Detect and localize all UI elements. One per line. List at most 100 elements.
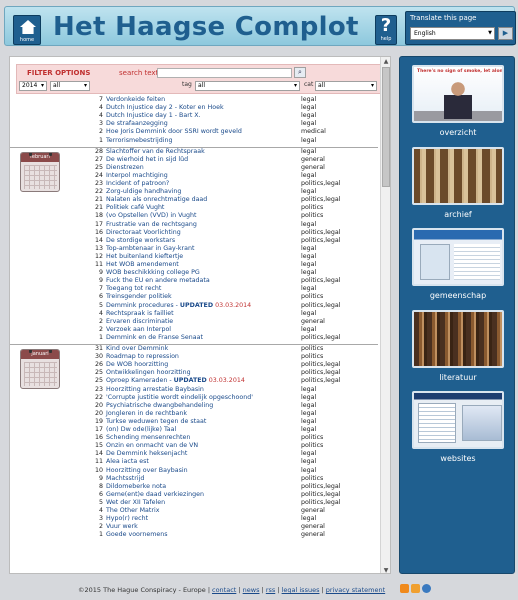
article-link[interactable]: Nalaten als onrechtmatige daad <box>106 196 207 204</box>
article-link[interactable]: Hoorzitting over Baybasin <box>106 467 188 475</box>
translate-go-button[interactable]: ▶ <box>498 27 513 40</box>
article-link[interactable]: De Demmink heksenjacht <box>106 450 187 458</box>
article-link[interactable]: Fuck the EU en andere metadata <box>106 277 210 285</box>
article-link[interactable]: Psychiatrische dwangbehandeling <box>106 402 213 410</box>
article-link[interactable]: Hypo(r) recht <box>106 515 148 523</box>
year-select[interactable]: 2014 <box>19 81 47 91</box>
article-category: politics <box>301 212 324 220</box>
article-link[interactable]: Turkse weduwen tegen de staat <box>106 418 206 426</box>
article-link[interactable]: Dutch Injustice day 2 - Koter en Hoek <box>106 104 224 112</box>
article-link[interactable]: The Other Matrix <box>106 507 159 515</box>
sidebar-item-literatuur[interactable]: literatuur <box>400 373 516 382</box>
article-link[interactable]: Machtsstrijd <box>106 475 144 483</box>
article-link[interactable]: Roadmap to repression <box>106 353 179 361</box>
sidebar-item-archief[interactable]: archief <box>400 210 516 219</box>
article-day: 6 <box>98 490 103 498</box>
rss-icon[interactable] <box>400 584 409 593</box>
list-item: 2 Ervaren discriminatie general <box>10 318 378 326</box>
article-link[interactable]: Hoorzitting arrestatie Baybasin <box>106 386 204 394</box>
article-link[interactable]: WOB beschikkking college PG <box>106 269 200 277</box>
article-link[interactable]: Ontwikkelingen hoorzitting <box>106 369 191 377</box>
month-select[interactable]: all <box>50 81 90 91</box>
article-link[interactable]: Demmink procedures - UPDATED 03.03.2014 <box>106 302 251 310</box>
websites-image[interactable] <box>412 391 504 449</box>
footer-link-contact[interactable]: contact <box>212 586 236 594</box>
article-link[interactable]: (vo Opstellen (VVD) in Vught <box>106 212 196 220</box>
article-link[interactable]: De strafaanzegging <box>106 120 168 128</box>
article-link[interactable]: Dutch Injustice day 1 - Bart X. <box>106 112 201 120</box>
article-link[interactable]: (on) Dw ode(lijke) Taal <box>106 426 176 434</box>
archive-image[interactable] <box>412 147 504 205</box>
article-title: Nalaten als onrechtmatige daad <box>106 196 208 204</box>
footer-link-rss[interactable]: rss <box>266 586 275 594</box>
article-link[interactable]: Directoraat Voorlichting <box>106 229 181 237</box>
article-link[interactable]: Demmink en de Franse Senaat <box>106 334 203 342</box>
article-category: politics,legal <box>301 490 341 498</box>
article-link[interactable]: 'Corrupte justitie wordt eindelijk opges… <box>106 394 253 402</box>
search-input[interactable] <box>157 68 292 78</box>
footer-link-legal-issues[interactable]: legal issues <box>282 586 320 594</box>
rss-feed-icon[interactable] <box>411 584 420 593</box>
article-link[interactable]: Slachtoffer van de Rechtspraak <box>106 148 205 156</box>
article-link[interactable]: Interpol machtiging <box>106 172 168 180</box>
article-link[interactable]: Zorg-uldige handhaving <box>106 188 181 196</box>
article-link[interactable]: Het WOB amendement <box>106 261 179 269</box>
article-link[interactable]: Goede voornemens <box>106 531 168 539</box>
article-link[interactable]: De wierhoid het in sijd lûd <box>106 156 188 164</box>
home-button[interactable]: home <box>13 15 41 45</box>
article-link[interactable]: Dildomeberke nota <box>106 483 166 491</box>
language-select[interactable]: English <box>410 27 495 40</box>
article-title: Oproep Kameraden - <box>106 377 174 385</box>
article-title: Slachtoffer van de Rechtspraak <box>106 147 205 155</box>
article-link[interactable]: Verdonkeide feiten <box>106 96 165 104</box>
footer-link-privacy-statement[interactable]: privacy statement <box>326 586 385 594</box>
article-day: 2 <box>98 128 103 136</box>
article-title: Demmink en de Franse Senaat <box>106 333 203 341</box>
article-link[interactable]: Vuur werk <box>106 523 138 531</box>
scroll-up-icon[interactable]: ▲ <box>381 57 390 66</box>
list-scrollbar[interactable]: ▲ ▼ <box>380 57 390 573</box>
overview-image[interactable]: There's no sign of smoke, let alone any … <box>412 65 504 123</box>
footer-link-news[interactable]: news <box>243 586 260 594</box>
article-link[interactable]: Terrorismebestrijding <box>106 137 173 145</box>
article-link[interactable]: Oproep Kameraden - UPDATED 03.03.2014 <box>106 377 245 385</box>
article-link[interactable]: Geme(ent)e daad verkiezingen <box>106 491 204 499</box>
article-link[interactable]: De WOB hoorzitting <box>106 361 168 369</box>
scroll-thumb[interactable] <box>382 67 390 187</box>
article-link[interactable]: Onzin en onmacht van de VN <box>106 442 198 450</box>
article-link[interactable]: Incident of patroon? <box>106 180 169 188</box>
community-image[interactable] <box>412 228 504 286</box>
article-title: Ervaren discriminatie <box>106 317 174 325</box>
article-title: De strafaanzegging <box>106 120 168 128</box>
site-title[interactable]: Het Haagse Complot <box>53 12 359 42</box>
article-link[interactable]: Jongleren in de rechtbank <box>106 410 187 418</box>
sidebar-item-gemeenschap[interactable]: gemeenschap <box>400 291 516 300</box>
list-item: 30 Roadmap to repression politics <box>10 353 378 361</box>
email-icon[interactable] <box>422 584 431 593</box>
article-link[interactable]: Top-ambtenaar in Gay-krant <box>106 245 194 253</box>
books-image[interactable] <box>412 310 504 368</box>
article-link[interactable]: Dienstrezen <box>106 164 144 172</box>
article-link[interactable]: Schending mensenrechten <box>106 434 190 442</box>
help-button[interactable]: ? help <box>375 15 397 45</box>
article-link[interactable]: Ervaren discriminatie <box>106 318 173 326</box>
article-link[interactable]: Rechtspraak is failliet <box>106 310 174 318</box>
category-select[interactable]: all <box>315 81 377 91</box>
article-link[interactable]: Politiek café Vught <box>106 204 164 212</box>
article-link[interactable]: Frustratie van de rechtsgang <box>106 221 197 229</box>
tag-select[interactable]: all <box>195 81 300 91</box>
article-link[interactable]: Kind over Demmink <box>106 345 168 353</box>
sidebar-item-overzicht[interactable]: overzicht <box>400 128 516 137</box>
article-title: Top-ambtenaar in Gay-krant <box>106 244 195 252</box>
article-link[interactable]: De stordige workstars <box>106 237 175 245</box>
article-link[interactable]: Treinsgender politiek <box>106 293 172 301</box>
search-icon[interactable]: ⌕ <box>294 67 306 78</box>
article-link[interactable]: Alea iacta est <box>106 458 149 466</box>
scroll-down-icon[interactable]: ▼ <box>381 566 390 573</box>
article-link[interactable]: Verzoek aan Interpol <box>106 326 171 334</box>
sidebar-item-websites[interactable]: websites <box>400 454 516 463</box>
article-link[interactable]: Toegang tot recht <box>106 285 161 293</box>
article-link[interactable]: Het buitenland kieftertje <box>106 253 183 261</box>
article-link[interactable]: Wet der XII Tafelen <box>106 499 165 507</box>
article-link[interactable]: Hoe Joris Demmink door SSRI wordt geveld <box>106 128 242 136</box>
